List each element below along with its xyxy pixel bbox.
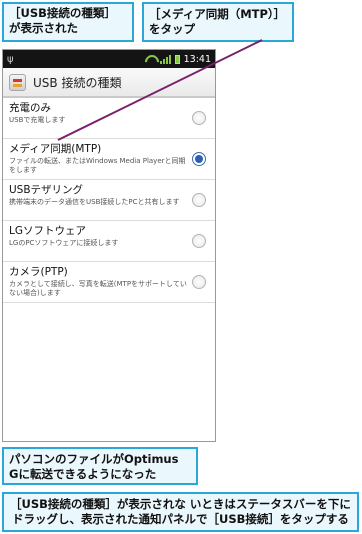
wifi-icon — [144, 55, 156, 63]
callout-transfer-ready: パソコンのファイルがOptimus Gに転送できるようになった — [2, 447, 198, 485]
callout-usb-type-shown: ［USB接続の種類］が表示された — [2, 2, 134, 42]
callout-tap-media-sync: ［メディア同期（MTP）］をタップ — [142, 2, 294, 42]
callout-hint: ［USB接続の種類］が表示されな いときはステータスバーを下にドラッグし、表示さ… — [2, 492, 359, 532]
radio-button[interactable] — [192, 111, 206, 125]
option-label: LGソフトウェア — [9, 225, 86, 237]
option-media-sync-mtp[interactable]: メディア同期(MTP) ファイルの転送、またはWindows Media Pla… — [3, 139, 215, 180]
radio-button[interactable] — [192, 193, 206, 207]
usb-icon: ψ — [7, 53, 14, 65]
option-usb-tethering[interactable]: USBテザリング 携帯端末のデータ通信をUSB接続したPCと共有します — [3, 180, 215, 221]
clock: 13:41 — [183, 53, 211, 65]
option-label: USBテザリング — [9, 184, 84, 196]
option-description: LGのPCソフトウェアに接続します — [9, 239, 119, 247]
option-camera-ptp[interactable]: カメラ(PTP) カメラとして接続し、写真を転送(MTPをサポートしていない場合… — [3, 262, 215, 303]
title-bar: USB 接続の種類 — [3, 68, 215, 98]
option-label: カメラ(PTP) — [9, 266, 68, 278]
option-charge-only[interactable]: 充電のみ USBで充電します — [3, 98, 215, 139]
page-title: USB 接続の種類 — [33, 75, 122, 90]
radio-button-selected[interactable] — [192, 152, 206, 166]
phone-screen: ψ 13:41 USB 接続の種類 充電のみ USBで充電します メディア同期(… — [2, 49, 216, 442]
signal-icon — [159, 54, 171, 64]
option-label: 充電のみ — [9, 102, 51, 114]
status-bar[interactable]: ψ 13:41 — [3, 50, 215, 68]
option-label: メディア同期(MTP) — [9, 143, 102, 155]
option-description: USBで充電します — [9, 116, 66, 124]
option-description: カメラとして接続し、写真を転送(MTPをサポートしていない場合)します — [9, 280, 187, 297]
battery-icon — [174, 54, 180, 64]
option-description: 携帯端末のデータ通信をUSB接続したPCと共有します — [9, 198, 180, 206]
settings-app-icon — [9, 73, 26, 91]
radio-button[interactable] — [192, 275, 206, 289]
option-description: ファイルの転送、またはWindows Media Playerと同期をします — [9, 157, 186, 174]
option-lg-software[interactable]: LGソフトウェア LGのPCソフトウェアに接続します — [3, 221, 215, 262]
radio-button[interactable] — [192, 234, 206, 248]
